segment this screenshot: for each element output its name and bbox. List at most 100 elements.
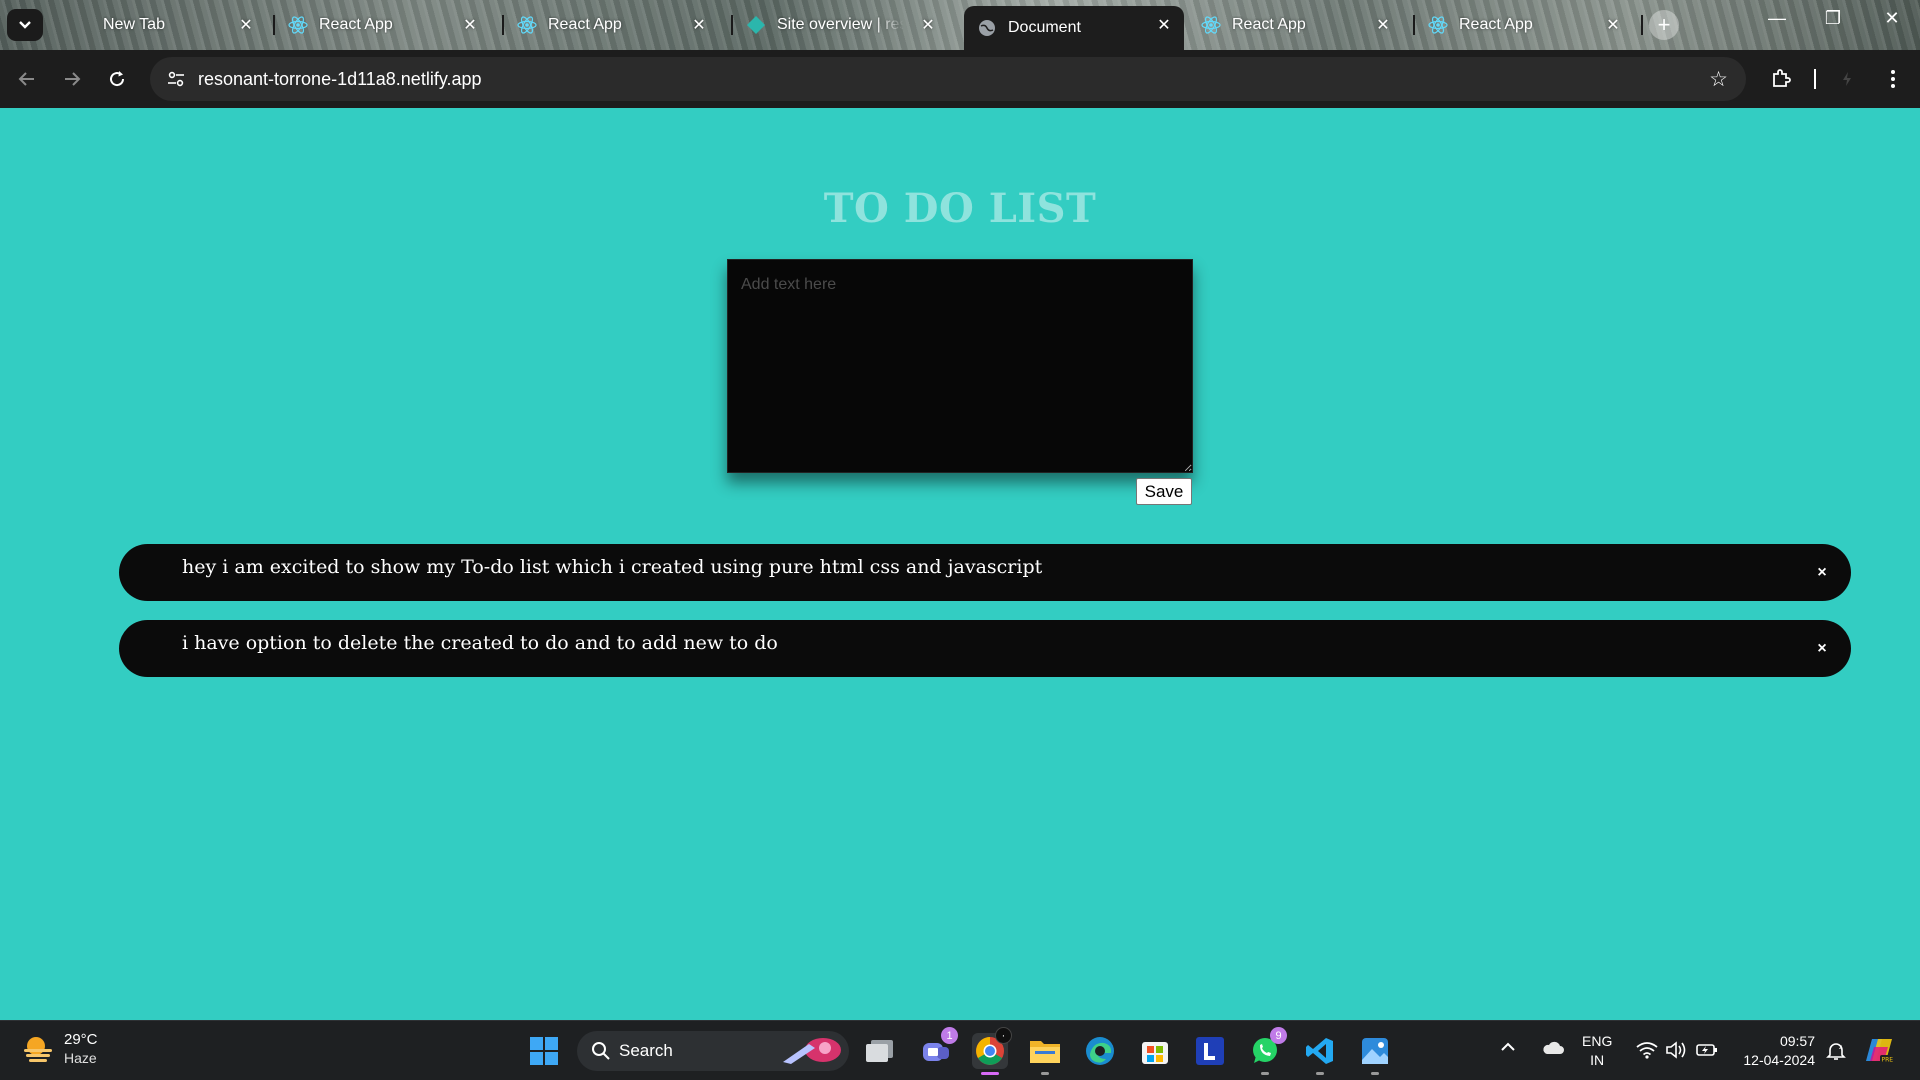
plus-icon: + — [1657, 12, 1671, 37]
close-icon[interactable]: ✕ — [1373, 15, 1393, 35]
vscode-icon — [1306, 1038, 1333, 1064]
puzzle-icon — [1773, 69, 1791, 87]
save-button[interactable]: Save — [1136, 478, 1192, 505]
running-indicator — [1261, 1072, 1269, 1075]
react-icon — [1201, 15, 1221, 35]
reload-icon — [110, 71, 125, 87]
todo-item: hey i am excited to show my To-do list w… — [119, 544, 1851, 601]
store-button[interactable] — [1137, 1033, 1173, 1069]
close-window-button[interactable]: ✕ — [1872, 8, 1912, 29]
tab-react-app-1[interactable]: React App ✕ — [275, 6, 490, 44]
site-info-icon[interactable] — [164, 67, 188, 91]
start-button[interactable] — [526, 1033, 562, 1069]
reload-button[interactable] — [102, 64, 132, 94]
todo-text-input[interactable] — [727, 259, 1193, 473]
react-icon — [517, 15, 537, 35]
teams-button[interactable]: 1 — [918, 1027, 958, 1069]
chrome-button[interactable]: · — [972, 1027, 1012, 1075]
svg-text:z: z — [1839, 1044, 1842, 1051]
running-indicator — [1041, 1072, 1049, 1075]
delete-todo-button[interactable]: × — [1813, 640, 1831, 658]
page-title: TO DO LIST — [823, 185, 1097, 232]
chevron-up-icon — [1501, 1042, 1515, 1051]
l-app-button[interactable] — [1192, 1033, 1228, 1069]
tab-separator — [1641, 15, 1643, 35]
taskbar-search[interactable]: Search — [577, 1031, 849, 1071]
edge-icon — [1086, 1037, 1114, 1065]
close-icon[interactable]: ✕ — [460, 15, 480, 35]
weather-widget[interactable]: 29°C Haze — [22, 1031, 98, 1067]
battery-button[interactable] — [1696, 1042, 1718, 1061]
copilot-icon: PRE — [1866, 1039, 1894, 1064]
tab-new-tab[interactable]: New Tab ✕ — [76, 6, 266, 44]
todo-text: hey i am excited to show my To-do list w… — [182, 556, 1043, 578]
tab-search-button[interactable] — [7, 9, 43, 41]
windows-taskbar: 29°C Haze Search 1 · 9 ENG IN 09:57 12-0… — [0, 1020, 1920, 1080]
tab-document-active[interactable]: Document ✕ — [964, 6, 1184, 50]
close-icon[interactable]: ✕ — [236, 15, 256, 35]
close-icon[interactable]: ✕ — [1603, 15, 1623, 35]
forward-button[interactable] — [57, 64, 87, 94]
new-tab-button[interactable]: + — [1649, 10, 1679, 40]
copilot-button[interactable]: PRE — [1864, 1035, 1896, 1068]
file-explorer-button[interactable] — [1027, 1033, 1063, 1075]
todo-text: i have option to delete the created to d… — [182, 632, 778, 654]
close-icon[interactable]: ✕ — [1154, 15, 1174, 35]
delete-todo-button[interactable]: × — [1813, 564, 1831, 582]
restore-button[interactable]: ❐ — [1813, 8, 1853, 29]
notification-badge: 1 — [941, 1027, 958, 1044]
running-indicator — [1316, 1072, 1324, 1075]
search-highlight-icon — [783, 1038, 841, 1064]
notifications-button[interactable]: z — [1826, 1041, 1846, 1064]
react-icon — [288, 15, 308, 35]
back-button[interactable] — [12, 64, 42, 94]
clock-date: 12-04-2024 — [1743, 1052, 1815, 1068]
address-bar[interactable]: resonant-torrone-1d11a8.netlify.app ☆ — [150, 57, 1746, 101]
wifi-icon — [1636, 1042, 1658, 1059]
tab-react-app-3[interactable]: React App ✕ — [1188, 6, 1403, 44]
minimize-icon: — — [1768, 8, 1786, 28]
arrow-right-icon — [65, 72, 81, 86]
minimize-button[interactable]: — — [1757, 8, 1797, 29]
tab-react-app-2[interactable]: React App ✕ — [504, 6, 719, 44]
windows-logo-icon — [530, 1037, 558, 1065]
close-icon[interactable]: ✕ — [689, 15, 709, 35]
kebab-menu-icon — [1891, 70, 1895, 88]
extensions-button[interactable] — [1766, 64, 1796, 94]
language-indicator[interactable]: ENG IN — [1582, 1032, 1612, 1070]
tab-strip: New Tab ✕ React App ✕ React App ✕ Site o… — [0, 0, 1920, 50]
language-code: ENG — [1582, 1033, 1613, 1049]
battery-charging-icon — [1696, 1044, 1717, 1056]
task-view-button[interactable] — [862, 1033, 898, 1069]
wifi-button[interactable] — [1636, 1041, 1658, 1062]
url-text[interactable]: resonant-torrone-1d11a8.netlify.app — [198, 69, 482, 90]
weather-temp: 29°C — [64, 1031, 98, 1048]
active-indicator — [981, 1072, 999, 1075]
speaker-icon — [1666, 1041, 1686, 1059]
clock[interactable]: 09:57 12-04-2024 — [1733, 1032, 1815, 1070]
globe-icon — [977, 18, 997, 38]
edge-button[interactable] — [1082, 1033, 1118, 1069]
vscode-button[interactable] — [1302, 1033, 1338, 1075]
bell-snooze-icon: z — [1826, 1043, 1846, 1060]
restore-icon: ❐ — [1824, 8, 1842, 28]
todo-item: i have option to delete the created to d… — [119, 620, 1851, 677]
tray-overflow-button[interactable] — [1500, 1039, 1516, 1055]
cloud-icon — [1543, 1041, 1564, 1054]
close-icon: ✕ — [1884, 8, 1900, 28]
bookmark-star-icon[interactable]: ☆ — [1709, 67, 1728, 92]
tab-react-app-4[interactable]: React App ✕ — [1415, 6, 1633, 44]
netlify-icon — [746, 15, 766, 35]
profile-icon — [1843, 72, 1851, 86]
profile-avatar[interactable] — [1832, 64, 1862, 94]
whatsapp-button[interactable]: 9 — [1247, 1027, 1287, 1075]
close-icon[interactable]: ✕ — [918, 15, 938, 35]
volume-button[interactable] — [1665, 1041, 1687, 1062]
tab-site-overview[interactable]: Site overview | reson ✕ — [733, 6, 948, 44]
onedrive-button[interactable] — [1542, 1041, 1564, 1058]
notification-badge: 9 — [1270, 1027, 1287, 1044]
browser-menu-button[interactable] — [1878, 64, 1908, 94]
photos-button[interactable] — [1357, 1033, 1393, 1075]
weather-condition: Haze — [64, 1050, 97, 1066]
haze-sun-icon — [24, 1037, 52, 1062]
